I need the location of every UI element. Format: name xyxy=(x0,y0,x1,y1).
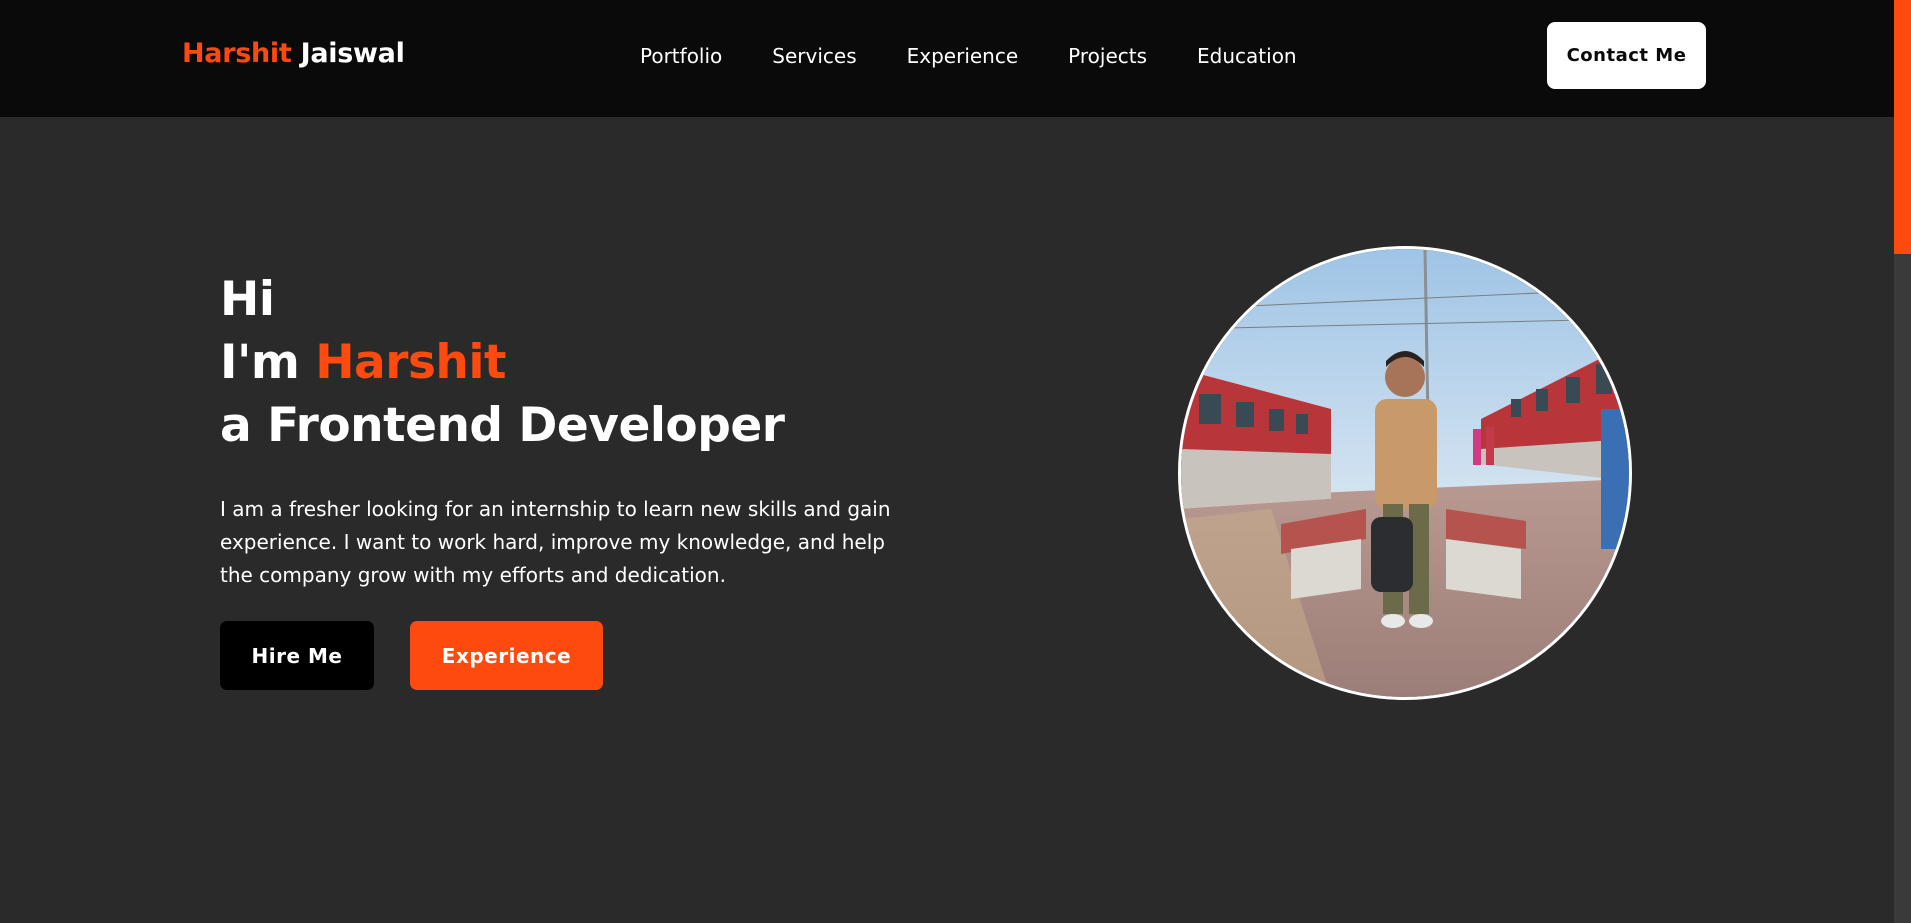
scrollbar[interactable] xyxy=(1894,0,1911,923)
brand-last-name: Jaiswal xyxy=(300,38,405,69)
scrollbar-thumb[interactable] xyxy=(1894,0,1911,254)
nav-link-education[interactable]: Education xyxy=(1197,44,1297,68)
brand-logo[interactable]: Harshit Jaiswal xyxy=(182,38,405,69)
nav-link-experience[interactable]: Experience xyxy=(907,44,1019,68)
hire-me-button[interactable]: Hire Me xyxy=(220,621,374,690)
nav-link-projects[interactable]: Projects xyxy=(1068,44,1147,68)
navbar: Harshit Jaiswal Portfolio Services Exper… xyxy=(0,0,1894,117)
profile-photo xyxy=(1178,246,1632,700)
hero-buttons: Hire Me Experience xyxy=(220,621,603,690)
nav-links: Portfolio Services Experience Projects E… xyxy=(640,44,1297,68)
role-line: a Frontend Developer xyxy=(220,398,785,453)
name-line-prefix: I'm xyxy=(220,335,316,390)
contact-me-button[interactable]: Contact Me xyxy=(1547,22,1706,89)
hero-headline: Hi I'm Harshit a Frontend Developer xyxy=(220,268,920,457)
brand-first-name: Harshit xyxy=(182,38,292,69)
name-highlight: Harshit xyxy=(315,335,506,390)
intro-paragraph: I am a fresher looking for an internship… xyxy=(220,497,891,587)
nav-link-services[interactable]: Services xyxy=(772,44,856,68)
experience-button[interactable]: Experience xyxy=(410,621,603,690)
nav-link-portfolio[interactable]: Portfolio xyxy=(640,44,722,68)
greeting-line: Hi xyxy=(220,272,275,327)
profile-photo-illustration xyxy=(1181,249,1629,697)
hero-section: Hi I'm Harshit a Frontend Developer I am… xyxy=(220,268,920,592)
